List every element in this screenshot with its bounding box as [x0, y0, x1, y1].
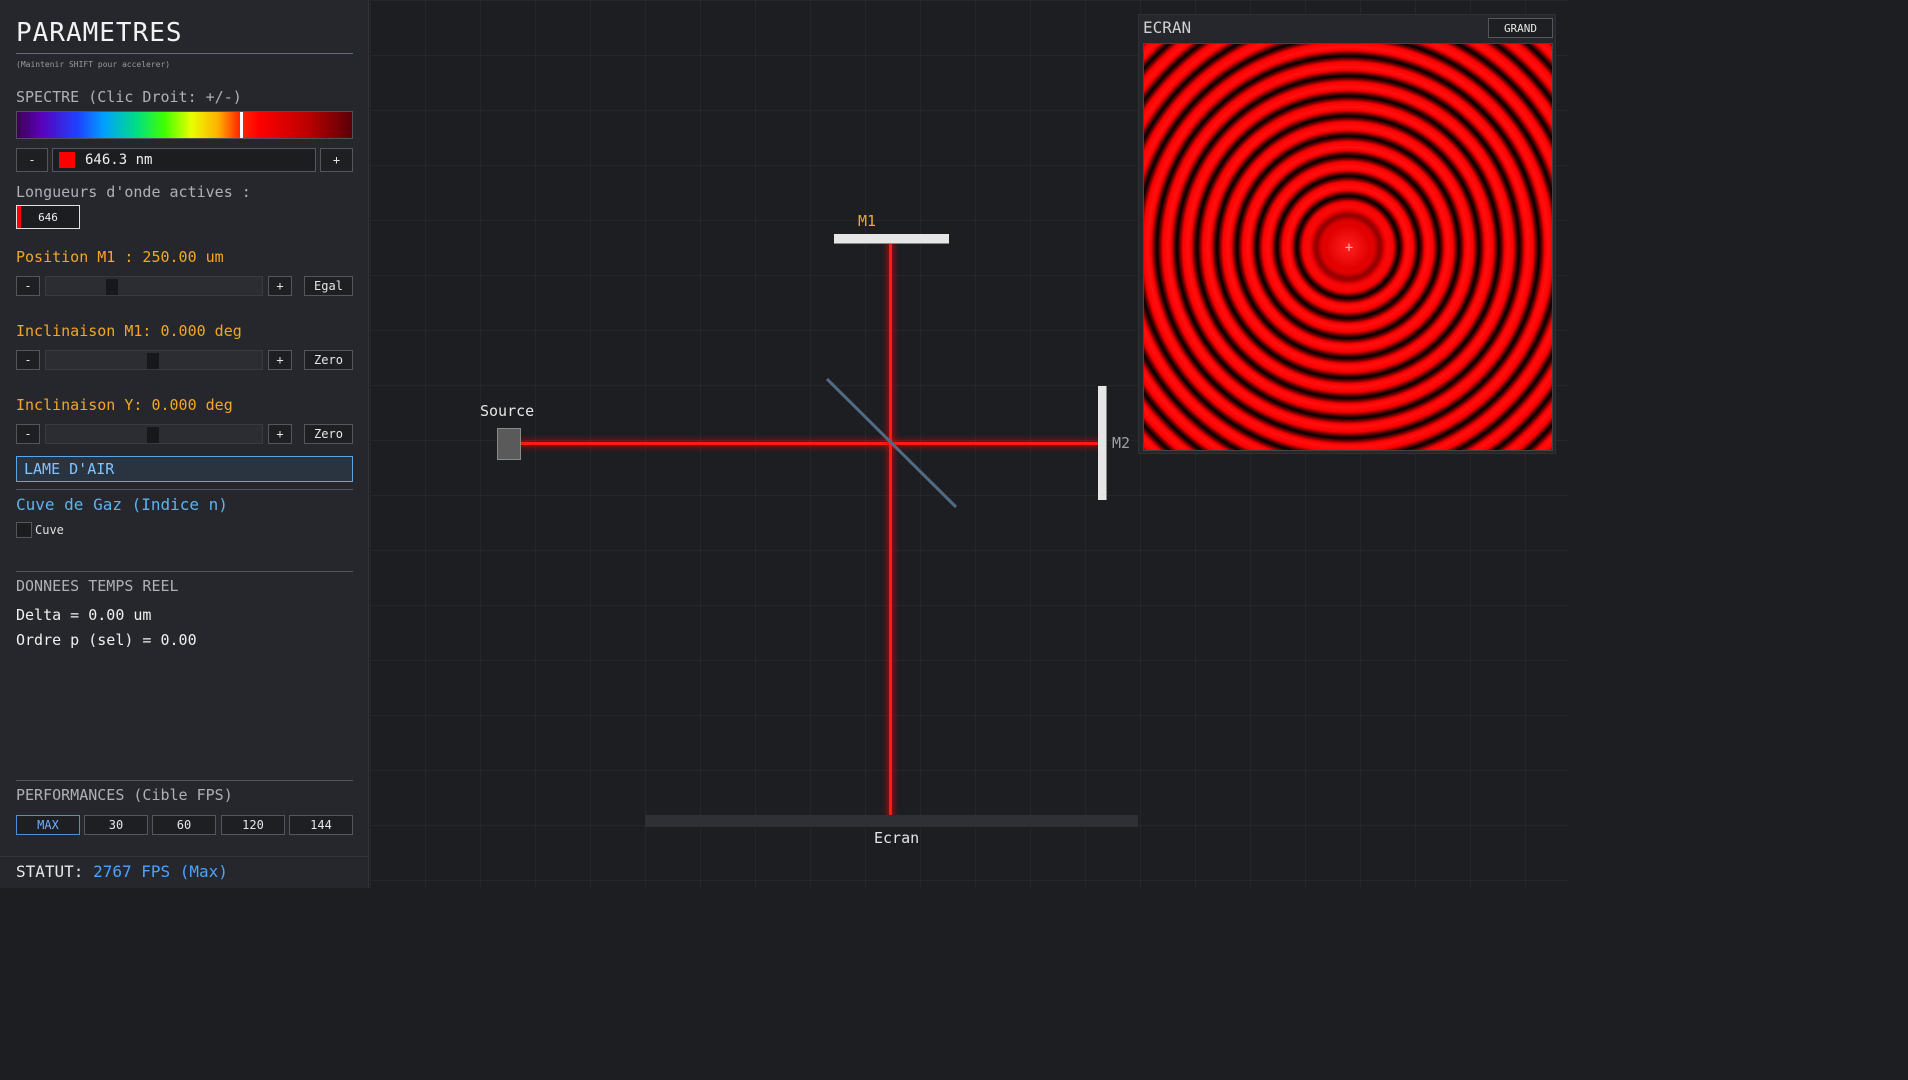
position-m1-slider[interactable] [45, 276, 263, 296]
inclinaison-y-slider[interactable] [45, 424, 263, 444]
position-m1-minus-button[interactable]: - [16, 276, 40, 296]
inclinaison-m1-plus-button[interactable]: + [268, 350, 292, 370]
beam-splitter-plate [825, 377, 958, 509]
grand-button[interactable]: GRAND [1488, 18, 1553, 38]
horizontal-beam [521, 442, 1098, 445]
order-readout: Ordre p (sel) = 0.00 [16, 631, 197, 649]
data-title: DONNEES TEMPS REEL [16, 577, 179, 595]
inclinaison-y-slider-thumb[interactable] [147, 427, 159, 443]
fps-30-button[interactable]: 30 [84, 815, 148, 835]
vertical-beam [889, 243, 892, 815]
divider [16, 780, 353, 781]
position-m1-label: Position M1 : 250.00 um [16, 248, 224, 266]
position-m1-egal-button[interactable]: Egal [304, 276, 353, 296]
wavelength-value: 646.3 nm [85, 152, 153, 168]
crosshair-icon: + [1344, 240, 1354, 256]
parameters-panel: PARAMETRES (Maintenir SHIFT pour acceler… [0, 0, 369, 888]
wavelength-color-swatch [59, 152, 75, 168]
fps-60-button[interactable]: 60 [152, 815, 216, 835]
inclinaison-y-plus-button[interactable]: + [268, 424, 292, 444]
mirror-m2[interactable] [1098, 386, 1107, 500]
fps-max-button[interactable]: MAX [16, 815, 80, 835]
mirror-m1-label: M1 [858, 212, 877, 230]
wavelength-minus-button[interactable]: - [16, 148, 48, 172]
active-wavelength-chip[interactable]: 646 [16, 205, 80, 229]
ecran-bar [645, 815, 1138, 827]
cuve-checkbox-label[interactable]: Cuve [35, 523, 64, 537]
inclinaison-m1-label: Inclinaison M1: 0.000 deg [16, 322, 242, 340]
status-label: STATUT: [16, 862, 84, 881]
position-m1-plus-button[interactable]: + [268, 276, 292, 296]
source-label: Source [480, 402, 535, 420]
inclinaison-m1-slider-thumb[interactable] [147, 353, 159, 369]
screen-panel: ECRAN GRAND + [1138, 14, 1556, 454]
mirror-m2-label: M2 [1112, 434, 1131, 452]
inclinaison-m1-slider[interactable] [45, 350, 263, 370]
status-divider [0, 856, 369, 857]
chip-color-bar [17, 206, 21, 228]
light-source[interactable] [497, 428, 521, 460]
inclinaison-y-label: Inclinaison Y: 0.000 deg [16, 396, 233, 414]
inclinaison-y-minus-button[interactable]: - [16, 424, 40, 444]
fps-144-button[interactable]: 144 [289, 815, 353, 835]
status-bar: STATUT: 2767 FPS (Max) [16, 862, 228, 881]
cuve-title: Cuve de Gaz (Indice n) [16, 495, 228, 514]
delta-readout: Delta = 0.00 um [16, 606, 152, 624]
beam-splitter[interactable] [820, 372, 960, 514]
wavelength-field[interactable]: 646.3 nm [52, 148, 316, 172]
fps-120-button[interactable]: 120 [221, 815, 285, 835]
active-wavelengths-label: Longueurs d'onde actives : [16, 183, 251, 201]
inclinaison-m1-minus-button[interactable]: - [16, 350, 40, 370]
status-fps-value: 2767 FPS (Max) [93, 862, 228, 881]
inclinaison-y-zero-button[interactable]: Zero [304, 424, 353, 444]
spectrum-marker[interactable] [240, 112, 243, 138]
shift-hint: (Maintenir SHIFT pour accelerer) [16, 60, 171, 69]
spectrum-bar[interactable] [16, 111, 353, 139]
mirror-m1[interactable] [834, 234, 949, 244]
wavelength-plus-button[interactable]: + [320, 148, 353, 172]
position-m1-slider-thumb[interactable] [106, 279, 118, 295]
interference-fringes: + [1143, 43, 1553, 451]
title-underline [16, 53, 353, 54]
divider [16, 489, 353, 490]
chip-label: 646 [38, 210, 58, 224]
panel-title: PARAMETRES [16, 18, 183, 48]
inclinaison-m1-zero-button[interactable]: Zero [304, 350, 353, 370]
ecran-label: Ecran [874, 829, 920, 847]
spectrum-label: SPECTRE (Clic Droit: +/-) [16, 88, 242, 106]
screen-title: ECRAN [1143, 18, 1192, 37]
divider [16, 571, 353, 572]
cuve-checkbox[interactable] [16, 522, 32, 538]
performance-title: PERFORMANCES (Cible FPS) [16, 786, 233, 804]
mode-lame-dair-button[interactable]: LAME D'AIR [16, 456, 353, 482]
